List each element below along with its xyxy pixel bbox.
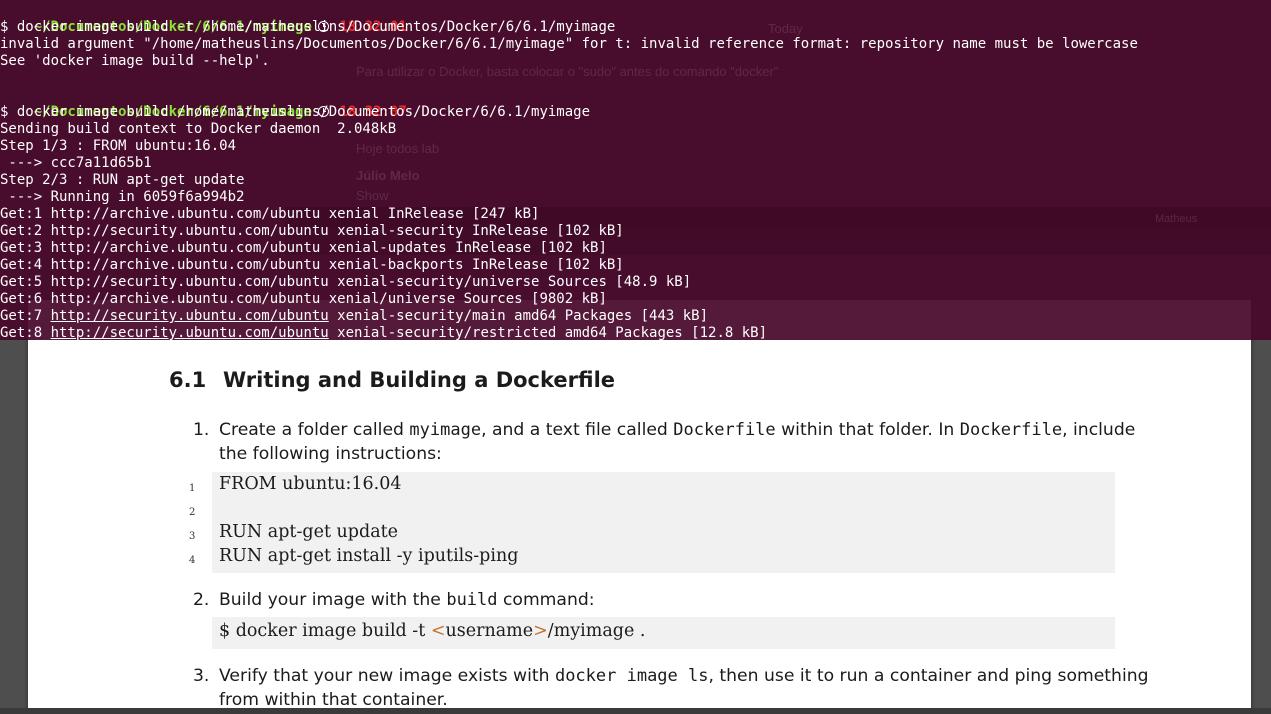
terminal-line: Get:4 http://archive.ubuntu.com/ubuntu x…	[0, 257, 624, 273]
line-text: Get:7	[0, 308, 51, 324]
terminal-line: $ docker image build -t /home/matheuslin…	[0, 19, 616, 35]
text: Build your image with the	[219, 590, 447, 610]
ghost-today: Today	[768, 21, 803, 36]
terminal-line: Get:5 http://security.ubuntu.com/ubuntu …	[0, 274, 692, 290]
section-heading: 6.1 Writing and Building a Dockerfile	[169, 368, 615, 392]
list-item-1: 1. Create a folder called myimage, and a…	[193, 418, 1136, 442]
ghost-message: Hoje todos lab	[356, 141, 440, 156]
terminal-link[interactable]: http://security.ubuntu.com/ubuntu	[51, 325, 329, 340]
terminal-line: Get:8 http://security.ubuntu.com/ubuntu …	[0, 325, 767, 340]
terminal-prompt: ~/Documentos/Docker/6/6.1/myimage 18:32:…	[0, 87, 407, 120]
terminal-line: ---> Running in 6059f6a994b2	[0, 189, 245, 205]
build-command: $ docker image build -t <username>/myima…	[219, 621, 645, 641]
terminal-line: Get:2 http://security.ubuntu.com/ubuntu …	[0, 223, 624, 239]
line-text: Get:8	[0, 325, 51, 340]
ghost-user: Júlio Melo	[356, 168, 420, 183]
build-command-block: $ docker image build -t <username>/myima…	[212, 617, 1115, 649]
dockerfile-code-block: 1 FROM ubuntu:16.04 2 3 RUN apt-get upda…	[189, 472, 1115, 573]
list-item-1-continued: the following instructions:	[219, 444, 442, 464]
code-line: RUN apt-get update	[219, 522, 399, 542]
text: within that folder. In	[775, 420, 960, 440]
angle-bracket: <	[430, 621, 446, 641]
list-item-3: 3. Verify that your new image exists wit…	[193, 664, 1149, 688]
code-line: FROM ubuntu:16.04	[219, 474, 402, 494]
list-item-number: 3.	[193, 666, 210, 686]
command-text: /myimage .	[547, 621, 646, 641]
terminal-window[interactable]: Today Para utilizar o Docker, basta colo…	[0, 0, 1271, 340]
command-text: $ docker image build -t	[219, 621, 431, 641]
terminal-line: Get:6 http://archive.ubuntu.com/ubuntu x…	[0, 291, 607, 307]
inline-code: Dockerfile	[959, 420, 1063, 440]
page-bottom-edge	[0, 708, 1271, 714]
terminal-line: ---> ccc7a11d65b1	[0, 155, 152, 171]
text: Verify that your new image exists with	[219, 666, 555, 686]
text: , and a text file called	[481, 420, 674, 440]
placeholder-text: username	[445, 621, 534, 641]
line-text: xenial-security/restricted amd64 Package…	[328, 325, 768, 340]
terminal-line: Sending build context to Docker daemon 2…	[0, 121, 397, 137]
line-text: xenial-security/main amd64 Packages [443…	[328, 308, 709, 324]
terminal-line: invalid argument "/home/matheuslins/Docu…	[0, 36, 1138, 52]
terminal-line: Get:1 http://archive.ubuntu.com/ubuntu x…	[0, 206, 540, 222]
terminal-line: See 'docker image build --help'.	[0, 53, 270, 69]
terminal-line: Step 1/3 : FROM ubuntu:16.04	[0, 138, 237, 154]
text: Create a folder called	[219, 420, 410, 440]
list-item-2: 2. Build your image with the build comma…	[193, 588, 595, 612]
inline-code: myimage	[409, 420, 482, 440]
terminal-line: Step 2/3 : RUN apt-get update	[0, 172, 245, 188]
text: , then use it to run a container and pin…	[708, 666, 1149, 686]
angle-bracket: >	[533, 621, 548, 641]
inline-code: docker image ls	[554, 666, 709, 686]
ghost-message: Show	[356, 188, 389, 203]
inline-code: Dockerfile	[673, 420, 776, 440]
inline-code: build	[446, 590, 498, 610]
line-number: 1	[189, 483, 196, 494]
terminal-line: $ docker image build /home/matheuslins/D…	[0, 104, 591, 120]
section-title-text: Writing and Building a Dockerfile	[223, 368, 616, 392]
terminal-link[interactable]: http://security.ubuntu.com/ubuntu	[51, 308, 329, 324]
text: command:	[497, 590, 595, 610]
line-number: 3	[189, 531, 196, 542]
terminal-line: Get:7 http://security.ubuntu.com/ubuntu …	[0, 308, 708, 325]
line-number: 4	[189, 555, 196, 566]
section-number: 6.1	[169, 368, 207, 392]
list-item-number: 1.	[193, 420, 210, 440]
list-item-number: 2.	[193, 590, 210, 610]
terminal-line: Get:3 http://archive.ubuntu.com/ubuntu x…	[0, 240, 607, 256]
code-line: RUN apt-get install -y iputils-ping	[219, 546, 519, 566]
text: , include	[1062, 420, 1136, 440]
terminal-prompt: ~/Documentos/Docker/6/6.1/myimage 18:32:…	[0, 2, 407, 35]
ghost-profile: Matheus	[1155, 213, 1198, 225]
ghost-note: Para utilizar o Docker, basta colocar o …	[356, 64, 779, 79]
line-number: 2	[189, 507, 196, 518]
